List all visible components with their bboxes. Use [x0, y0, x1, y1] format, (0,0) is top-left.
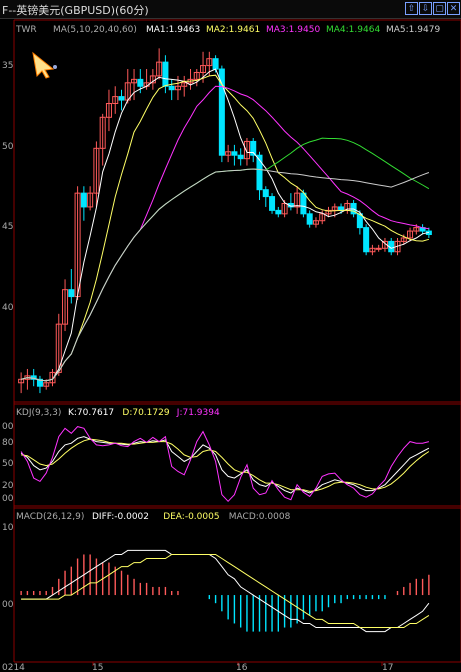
- candle-down: [68, 289, 75, 298]
- macd-line-dea: [21, 554, 430, 628]
- x-tick-label: 17: [382, 663, 393, 672]
- kdj-line-j: [20, 426, 430, 503]
- candle-down: [275, 209, 282, 215]
- kdj-line-k: [20, 436, 430, 494]
- macd-y-tick: 00: [2, 600, 14, 610]
- ma-legend-item: MA3:1.9450: [266, 25, 320, 35]
- macd-line-diff: [21, 549, 430, 633]
- candle-down: [137, 78, 144, 87]
- macd-header: MACD(26,12,9): [16, 512, 84, 522]
- candle-down: [237, 154, 244, 160]
- kdj-y-tick: 00: [2, 422, 14, 432]
- x-tick-label: 15: [92, 663, 103, 672]
- kdj-legend: K:70.7617 D:70.1729 J:71.9394: [68, 408, 220, 418]
- y-tick-label: 40: [2, 303, 14, 313]
- candle-down: [231, 151, 238, 156]
- kdj-y-tick: 80: [2, 438, 14, 448]
- ma-line-ma1: [20, 68, 430, 382]
- candle-down: [306, 213, 313, 225]
- macd-y-tick: 10: [2, 523, 14, 533]
- macd-legend-item: MACD:0.0008: [229, 512, 291, 522]
- ma-line-ma4: [20, 137, 430, 382]
- candle-down: [118, 96, 125, 101]
- macd-legend: DIFF:-0.0002 DEA:-0.0005 MACD:0.0008: [92, 512, 291, 522]
- y-tick-label: 50: [2, 142, 14, 152]
- candle-down: [363, 227, 370, 253]
- candle-down: [300, 192, 307, 215]
- kdj-header: KDJ(9,3,3): [16, 408, 61, 418]
- ma-header: MA(5,10,20,40,60): [53, 25, 137, 35]
- candle-up: [375, 247, 382, 250]
- macd-legend-item: DEA:-0.0005: [163, 512, 219, 522]
- y-tick-label: 35: [2, 61, 13, 71]
- macd-histogram: [20, 549, 430, 633]
- candle-down: [162, 61, 169, 87]
- pointer-cursor-icon: [32, 51, 57, 79]
- kdj-legend-item: J:71.9394: [176, 408, 220, 418]
- macd-legend-item: DIFF:-0.0002: [92, 512, 149, 522]
- main-panel-label: TWR: [15, 25, 37, 35]
- candlesticks: [18, 48, 432, 394]
- kdj-line-d: [21, 438, 430, 492]
- ma-legend-item: MA1:1.9463: [146, 25, 200, 35]
- ma-legend-item: MA2:1.9461: [206, 25, 260, 35]
- y-tick-label: 45: [2, 222, 13, 232]
- moving-averages: [20, 68, 430, 382]
- candle-down: [262, 189, 269, 198]
- ma-legend-item: MA5:1.9479: [386, 25, 440, 35]
- candle-down: [80, 192, 87, 208]
- ma-legend-item: MA4:1.9464: [326, 25, 380, 35]
- chart-canvas[interactable]: TWR MA(5,10,20,40,60) MA1:1.9463 MA2:1.94…: [0, 0, 461, 672]
- x-tick-label: 16: [236, 663, 248, 672]
- kdj-y-tick: 50: [2, 459, 14, 469]
- candle-down: [168, 85, 175, 91]
- kdj-legend-item: K:70.7617: [68, 408, 114, 418]
- ma-legend: MA1:1.9463 MA2:1.9461 MA3:1.9450 MA4:1.9464…: [146, 25, 440, 35]
- candle-down: [338, 206, 345, 211]
- candle-down: [212, 58, 219, 70]
- kdj-legend-item: D:70.1729: [122, 408, 169, 418]
- kdj-lines: [20, 426, 430, 503]
- x-tick-label: 0214: [2, 663, 25, 672]
- kdj-y-tick: 00: [2, 494, 14, 504]
- kdj-y-tick: 20: [2, 481, 14, 491]
- candle-down: [269, 196, 276, 211]
